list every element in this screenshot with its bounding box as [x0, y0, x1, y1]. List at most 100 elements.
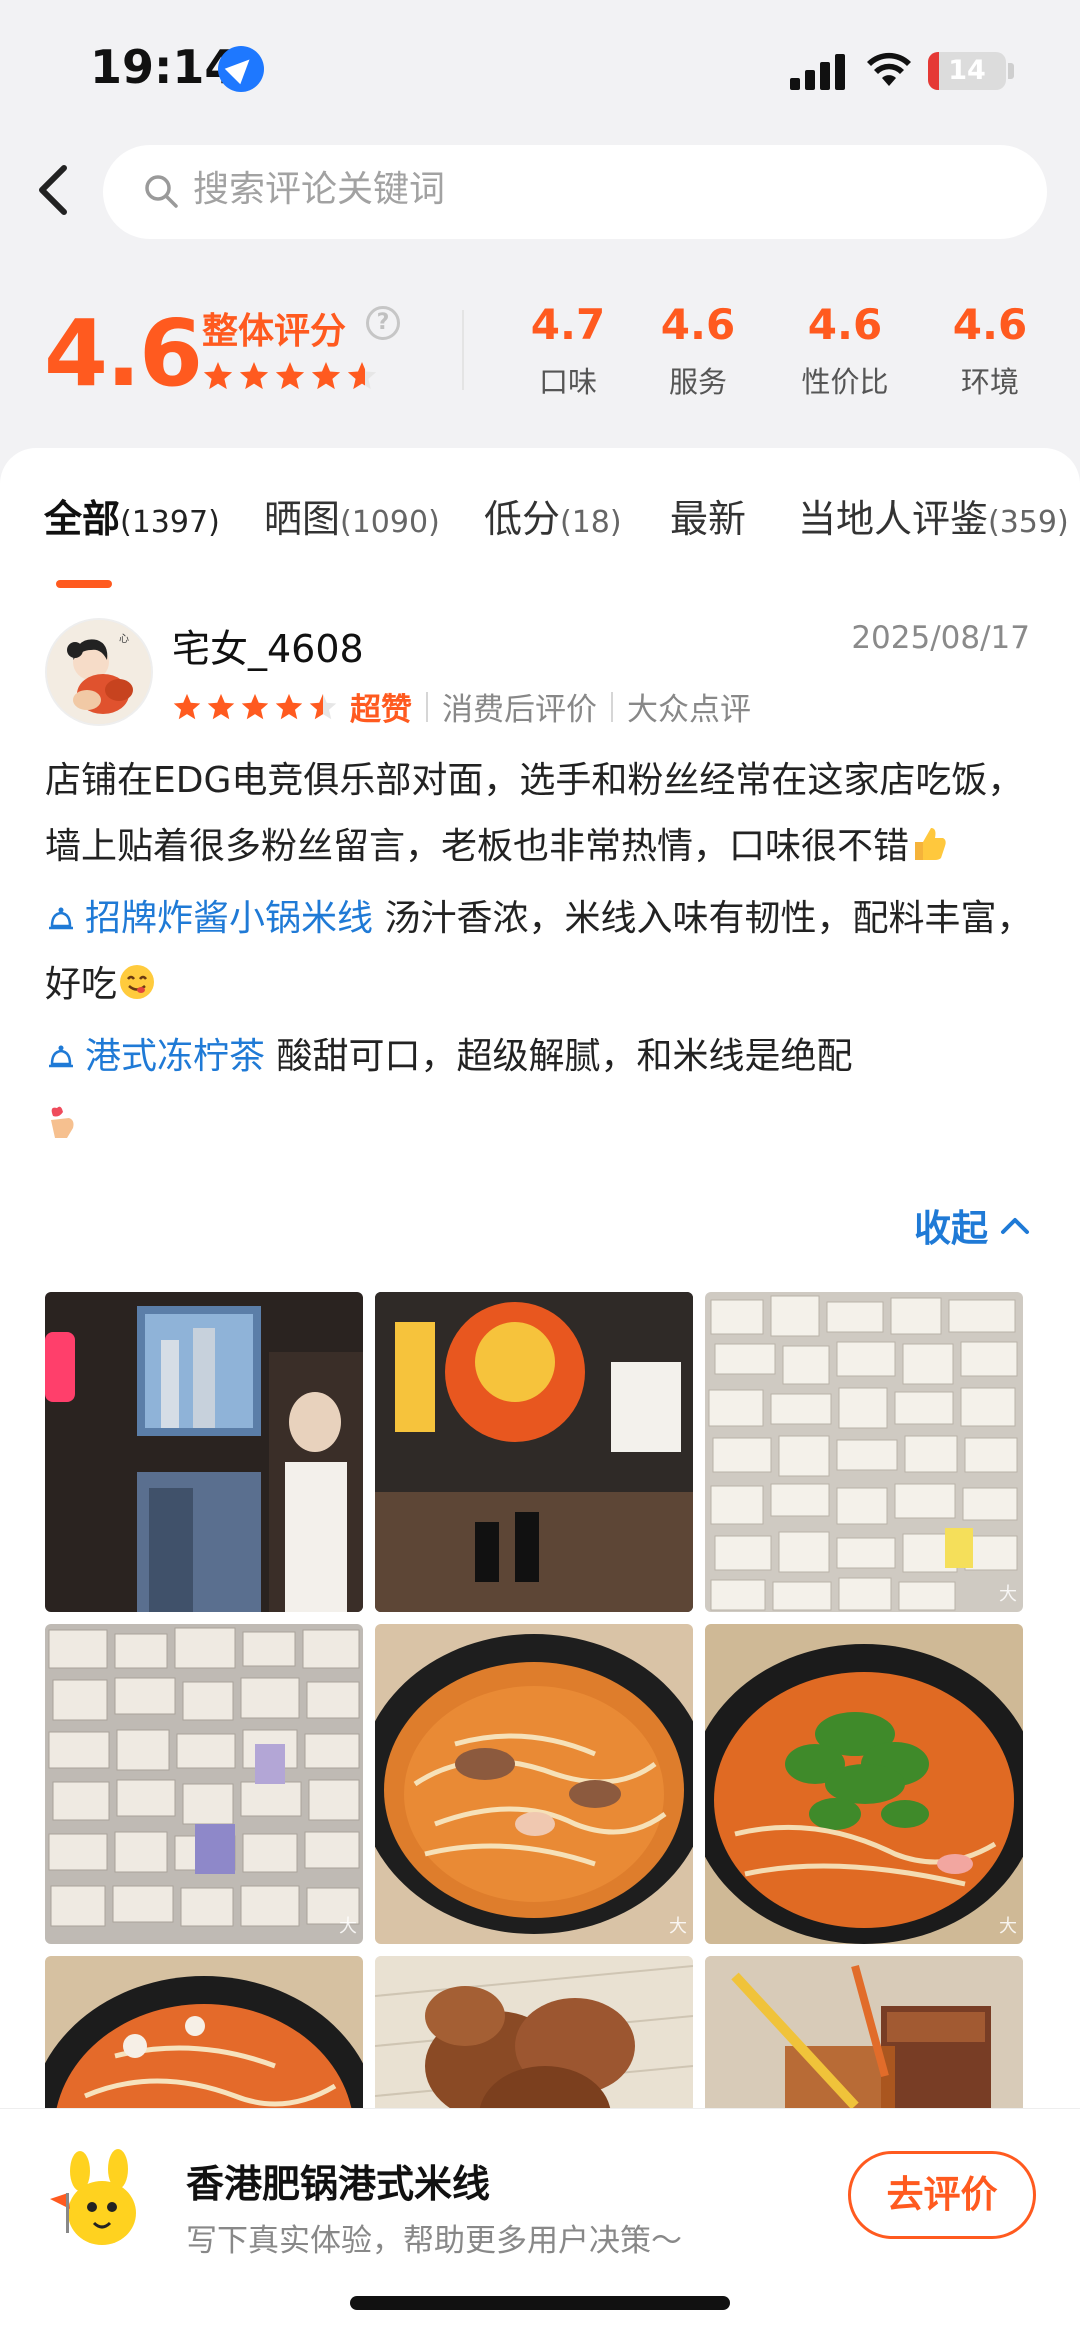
overall-score-label: 整体评分	[202, 311, 347, 352]
tab-count: (1397)	[120, 505, 220, 540]
review-photo[interactable]	[375, 1292, 693, 1612]
review-photo[interactable]	[705, 1956, 1023, 2108]
photo-shop-sign	[375, 1292, 693, 1612]
tab-count: (1090)	[340, 505, 440, 540]
meta-separator	[426, 691, 428, 722]
meta-separator	[611, 691, 613, 722]
photo-fried-chicken	[375, 1956, 693, 2108]
chevron-up-icon	[1001, 1218, 1029, 1234]
tab-latest[interactable]: 最新	[670, 488, 746, 543]
sub-score-label: 服务	[668, 365, 727, 399]
photo-watermark: 大	[669, 1916, 687, 1937]
dish-bell-icon	[49, 1045, 73, 1068]
star-icon	[309, 693, 337, 719]
tab-photos[interactable]: 晒图(1090)	[264, 488, 440, 543]
photo-watermark: 大	[999, 1584, 1017, 1605]
review-photo[interactable]: 大	[45, 1624, 363, 1944]
dish-name: 港式冻柠茶	[85, 1036, 266, 1077]
review-source: 大众点评	[627, 692, 751, 728]
dish-bell-icon	[49, 907, 73, 930]
review-body: 店铺在EDG电竞俱乐部对面，选手和粉丝经常在这家店吃饭，墙上贴着很多粉丝留言，老…	[45, 748, 1035, 1162]
tab-low-score[interactable]: 低分(18)	[484, 488, 622, 543]
photo-noodle-bowl	[45, 1956, 363, 2108]
search-input[interactable]	[193, 169, 993, 210]
tab-label: 当地人评鉴	[798, 497, 989, 541]
shop-name: 香港肥锅港式米线	[186, 2162, 491, 2206]
review-photo-grid: 大 大 大 大	[45, 1292, 1023, 2108]
cellular-signal-icon	[790, 54, 846, 90]
rating-word: 超赞	[350, 692, 412, 728]
review-date: 2025/08/17	[851, 620, 1030, 656]
dish-link[interactable]: 招牌炸酱小锅米线	[45, 898, 373, 939]
tab-all[interactable]: 全部(1397)	[44, 488, 220, 543]
star-icon	[347, 362, 377, 390]
write-review-button[interactable]: 去评价	[848, 2151, 1036, 2239]
review-text: 店铺在EDG电竞俱乐部对面，选手和粉丝经常在这家店吃饭，墙上贴着很多粉丝留言，老…	[45, 760, 1024, 867]
photo-noodle-bowl-cilantro	[705, 1624, 1023, 1944]
review-photo[interactable]: 大	[705, 1624, 1023, 1944]
sub-score-label: 性价比	[801, 365, 889, 399]
review-photo[interactable]	[375, 1956, 693, 2108]
review-photo[interactable]	[45, 1292, 363, 1612]
search-icon	[145, 175, 178, 208]
help-icon[interactable]: ?	[366, 306, 400, 340]
collapse-label: 收起	[914, 1207, 988, 1250]
photo-message-wall	[45, 1624, 363, 1944]
star-icon	[241, 693, 269, 719]
review-photo[interactable]: 大	[705, 1292, 1023, 1612]
dish-line: 港式冻柠茶 酸甜可口，超级解腻，和米线是绝配	[45, 1024, 1035, 1090]
star-icon	[173, 693, 201, 719]
overall-stars	[202, 360, 378, 392]
yummy-face-emoji-icon	[117, 958, 157, 1024]
review-tabs: 全部(1397) 晒图(1090) 低分(18) 最新 当地人评鉴(359)	[0, 488, 1080, 588]
overall-score: 4.6	[44, 300, 203, 407]
sub-score-label: 环境	[960, 365, 1019, 399]
sub-score-environment: 4.6 环境	[930, 300, 1050, 401]
photo-message-wall	[705, 1292, 1023, 1612]
tab-count: (359)	[988, 505, 1069, 540]
sub-score-value: 4.6	[660, 300, 736, 349]
review-card: 全部(1397) 晒图(1090) 低分(18) 最新 当地人评鉴(359) 心…	[0, 448, 1080, 2108]
sub-score-label: 口味	[538, 365, 597, 399]
mascot-icon	[50, 2149, 136, 2245]
photo-storefront	[45, 1292, 363, 1612]
review-stars	[172, 692, 338, 722]
collapse-button[interactable]: 收起	[914, 1198, 1030, 1252]
avatar[interactable]: 心	[45, 618, 153, 726]
tab-label: 低分	[484, 497, 561, 541]
star-icon	[207, 693, 235, 719]
status-time: 19:14	[90, 40, 237, 94]
review-photo[interactable]	[45, 1956, 363, 2108]
shop-subtitle: 写下真实体验，帮助更多用户决策～	[186, 2223, 682, 2259]
wifi-icon	[867, 52, 911, 86]
sub-score-value: 4.6	[807, 300, 883, 349]
search-bar[interactable]	[103, 145, 1047, 239]
tab-local-reviews[interactable]: 当地人评鉴(359)	[798, 488, 1069, 543]
dish-link[interactable]: 港式冻柠茶	[45, 1036, 265, 1077]
photo-watermark: 大	[339, 1916, 357, 1937]
rating-divider	[462, 310, 464, 390]
tab-label: 晒图	[264, 497, 341, 541]
star-icon	[203, 362, 233, 390]
sub-score-value: 4.7	[530, 300, 606, 349]
sub-score-value: 4.6	[952, 300, 1028, 349]
star-icon	[275, 362, 305, 390]
battery-icon: 14	[928, 52, 1006, 90]
review-meta: 超赞 消费后评价 大众点评	[172, 684, 751, 729]
review-username[interactable]: 宅女_4608	[172, 618, 364, 673]
tab-count: (18)	[560, 505, 622, 540]
thumbs-up-emoji-icon	[909, 820, 949, 886]
sub-score-taste: 4.7 口味	[508, 300, 628, 401]
active-tab-indicator	[56, 580, 112, 588]
photo-noodle-bowl	[375, 1624, 693, 1944]
review-photo[interactable]: 大	[375, 1624, 693, 1944]
status-bar: 19:14 14	[0, 0, 1080, 140]
back-button[interactable]	[30, 160, 80, 220]
avatar-illustration: 心	[47, 620, 151, 724]
photo-lemon-tea	[705, 1956, 1023, 2108]
star-icon	[275, 693, 303, 719]
star-icon	[239, 362, 269, 390]
tab-label: 全部	[44, 497, 121, 541]
home-indicator[interactable]	[350, 2296, 730, 2310]
battery-tip	[1008, 63, 1014, 79]
